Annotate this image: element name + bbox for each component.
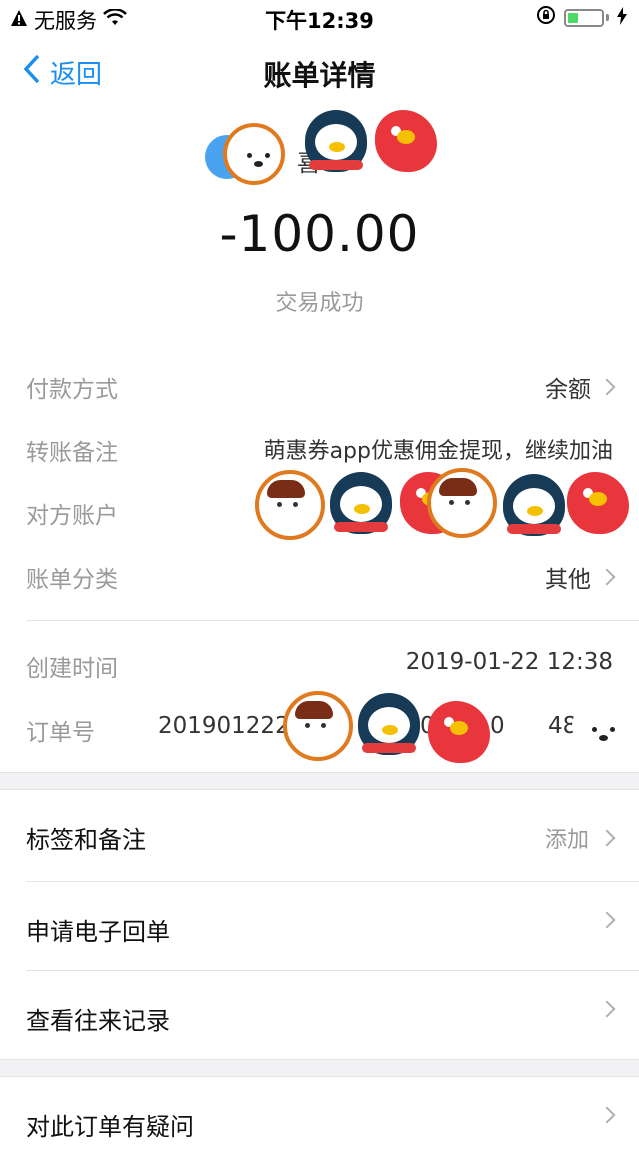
sticker-penguin <box>358 693 420 755</box>
sticker-penguin <box>330 472 392 534</box>
charging-icon <box>617 6 627 30</box>
category-value: 其他 <box>545 560 616 594</box>
sticker-parrot <box>375 110 437 172</box>
dispute-action <box>598 1106 616 1124</box>
chevron-right-icon <box>598 378 616 396</box>
history-action <box>598 1000 616 1018</box>
status-bar: 无服务 下午12:39 <box>0 0 639 36</box>
nav-bar: 返回 账单详情 <box>0 36 639 108</box>
created-time-value: 2019-01-22 12:38 <box>405 649 613 675</box>
chevron-right-icon <box>598 829 616 847</box>
page-title: 账单详情 <box>263 59 376 92</box>
transfer-note-value: 萌惠券app优惠佣金提现，继续加油 <box>263 439 613 464</box>
payment-method-value: 余额 <box>545 370 616 404</box>
add-text: 添加 <box>544 828 589 853</box>
e-receipt-action <box>598 911 616 929</box>
status-right <box>536 5 627 30</box>
section-gap <box>0 1059 639 1077</box>
chevron-right-icon <box>598 568 616 586</box>
e-receipt-row[interactable]: 申请电子回单 <box>0 882 639 970</box>
e-receipt-label: 申请电子回单 <box>26 918 170 946</box>
counterparty-account-obscured <box>255 468 635 548</box>
divider <box>26 620 639 621</box>
chevron-right-icon <box>598 1000 616 1018</box>
tags-notes-label: 标签和备注 <box>26 826 146 854</box>
sticker-parrot <box>428 701 490 763</box>
counterparty-account-label: 对方账户 <box>26 503 118 529</box>
counterparty-row: 喜 <box>205 110 440 195</box>
category-row[interactable]: 账单分类 其他 <box>0 546 639 606</box>
created-time-label: 创建时间 <box>26 656 118 682</box>
order-number-prefix: 201901222 <box>158 713 290 739</box>
tags-notes-action: 添加 <box>544 822 616 854</box>
sticker-bear <box>223 123 285 185</box>
counterparty-account-row: 对方账户 <box>0 468 639 542</box>
transaction-status: 交易成功 <box>275 291 364 316</box>
sticker-parrot <box>567 472 629 534</box>
dispute-row[interactable]: 对此订单有疑问 <box>0 1077 639 1165</box>
orientation-lock-icon <box>536 5 556 30</box>
section-gap <box>0 772 639 790</box>
order-number-label: 订单号 <box>26 720 95 746</box>
sticker-face <box>283 691 353 761</box>
sticker-penguin <box>503 474 565 536</box>
battery-icon <box>564 8 604 27</box>
payment-method-label: 付款方式 <box>26 377 118 403</box>
chevron-right-icon <box>598 911 616 929</box>
category-label: 账单分类 <box>26 567 118 593</box>
history-label: 查看往来记录 <box>26 1007 170 1035</box>
order-number-row: 订单号 201901222 0 0 48 <box>0 691 639 763</box>
chevron-right-icon <box>598 1106 616 1124</box>
payment-method-text: 余额 <box>545 377 591 403</box>
sticker-face <box>255 470 325 540</box>
order-number-fragment: 0 <box>490 713 505 739</box>
created-time-row: 创建时间 2019-01-22 12:38 <box>0 635 639 695</box>
sticker-face <box>427 468 497 538</box>
sticker-bear <box>572 701 622 751</box>
amount: -100.00 <box>219 205 420 263</box>
tags-notes-row[interactable]: 标签和备注 添加 <box>0 790 639 878</box>
category-text: 其他 <box>545 567 591 593</box>
dispute-label: 对此订单有疑问 <box>26 1113 194 1141</box>
sticker-penguin <box>305 110 367 172</box>
battery-tip <box>606 14 609 21</box>
payment-method-row[interactable]: 付款方式 余额 <box>0 356 639 416</box>
history-row[interactable]: 查看往来记录 <box>0 971 639 1059</box>
transfer-note-label: 转账备注 <box>26 440 118 466</box>
